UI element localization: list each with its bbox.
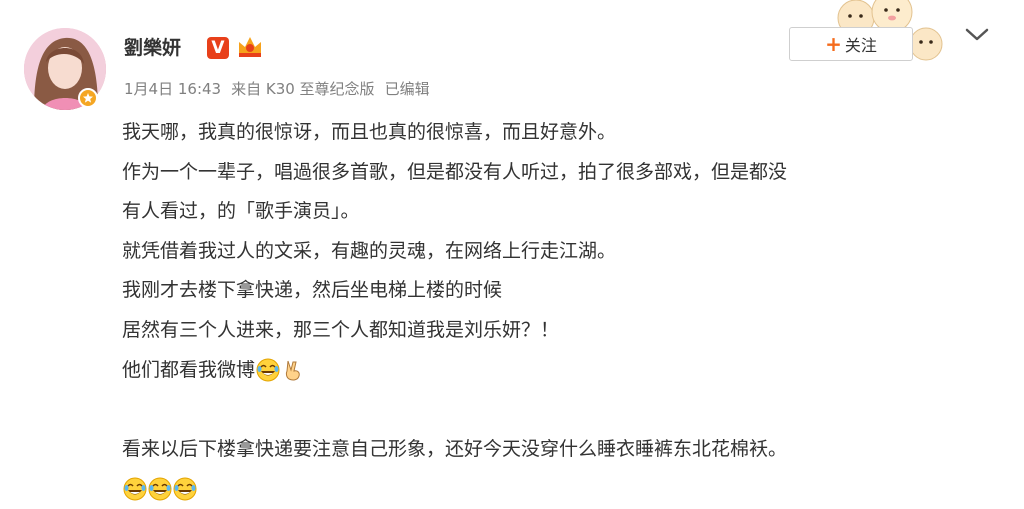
victory-hand-emoji-icon: [281, 358, 305, 382]
laugh-cry-emoji-icon: [148, 477, 172, 501]
post-line: 我天哪，我真的很惊讶，而且也真的很惊喜，而且好意外。: [122, 121, 617, 143]
author-name[interactable]: 劉樂妍: [124, 33, 181, 60]
post-line: 居然有三个人进来，那三个人都知道我是刘乐妍？！: [122, 318, 560, 341]
crown-icon[interactable]: [236, 34, 264, 60]
laugh-cry-emoji-icon: [123, 477, 147, 501]
post-content: 我天哪，我真的很惊讶，而且也真的很惊喜，而且好意外。 作为一个一辈子，唱過很多首…: [122, 113, 1002, 509]
post-line: 我刚才去楼下拿快递，然后坐电梯上楼的时候: [122, 279, 503, 302]
follow-label: 关注: [844, 36, 877, 55]
post-line-text: 他们都看我微博: [122, 358, 256, 381]
star-icon: [83, 93, 93, 103]
post-line: 看来以后下楼拿快递要注意自己形象，还好今天没穿什么睡衣睡裤东北花棉袄。: [122, 437, 788, 460]
follow-button[interactable]: + 关注: [789, 27, 913, 61]
edited-label[interactable]: 已编辑: [385, 78, 430, 99]
verified-v-icon[interactable]: V: [207, 37, 229, 59]
post-line: 就凭借着我过人的文采，有趣的灵魂，在网络上行走江湖。: [122, 239, 617, 262]
avatar-verified-badge: [78, 88, 98, 108]
post-timestamp[interactable]: 1月4日 16:43: [124, 78, 221, 99]
post-meta: 1月4日 16:43 来自 K30 至尊纪念版 已编辑: [124, 78, 430, 99]
chevron-down-icon[interactable]: [963, 25, 991, 45]
post-source[interactable]: 来自 K30 至尊纪念版: [231, 78, 374, 99]
post-line: 作为一个一辈子，唱過很多首歌，但是都没有人听过，拍了很多部戏，但是都没: [122, 160, 788, 183]
plus-icon: +: [825, 32, 842, 56]
laugh-cry-emoji-icon: [173, 477, 197, 501]
post-line-with-emoji: 他们都看我微博: [122, 351, 1002, 391]
laugh-cry-emoji-icon: [256, 358, 280, 382]
post-line: 有人看过，的「歌手演员」。: [122, 200, 360, 223]
